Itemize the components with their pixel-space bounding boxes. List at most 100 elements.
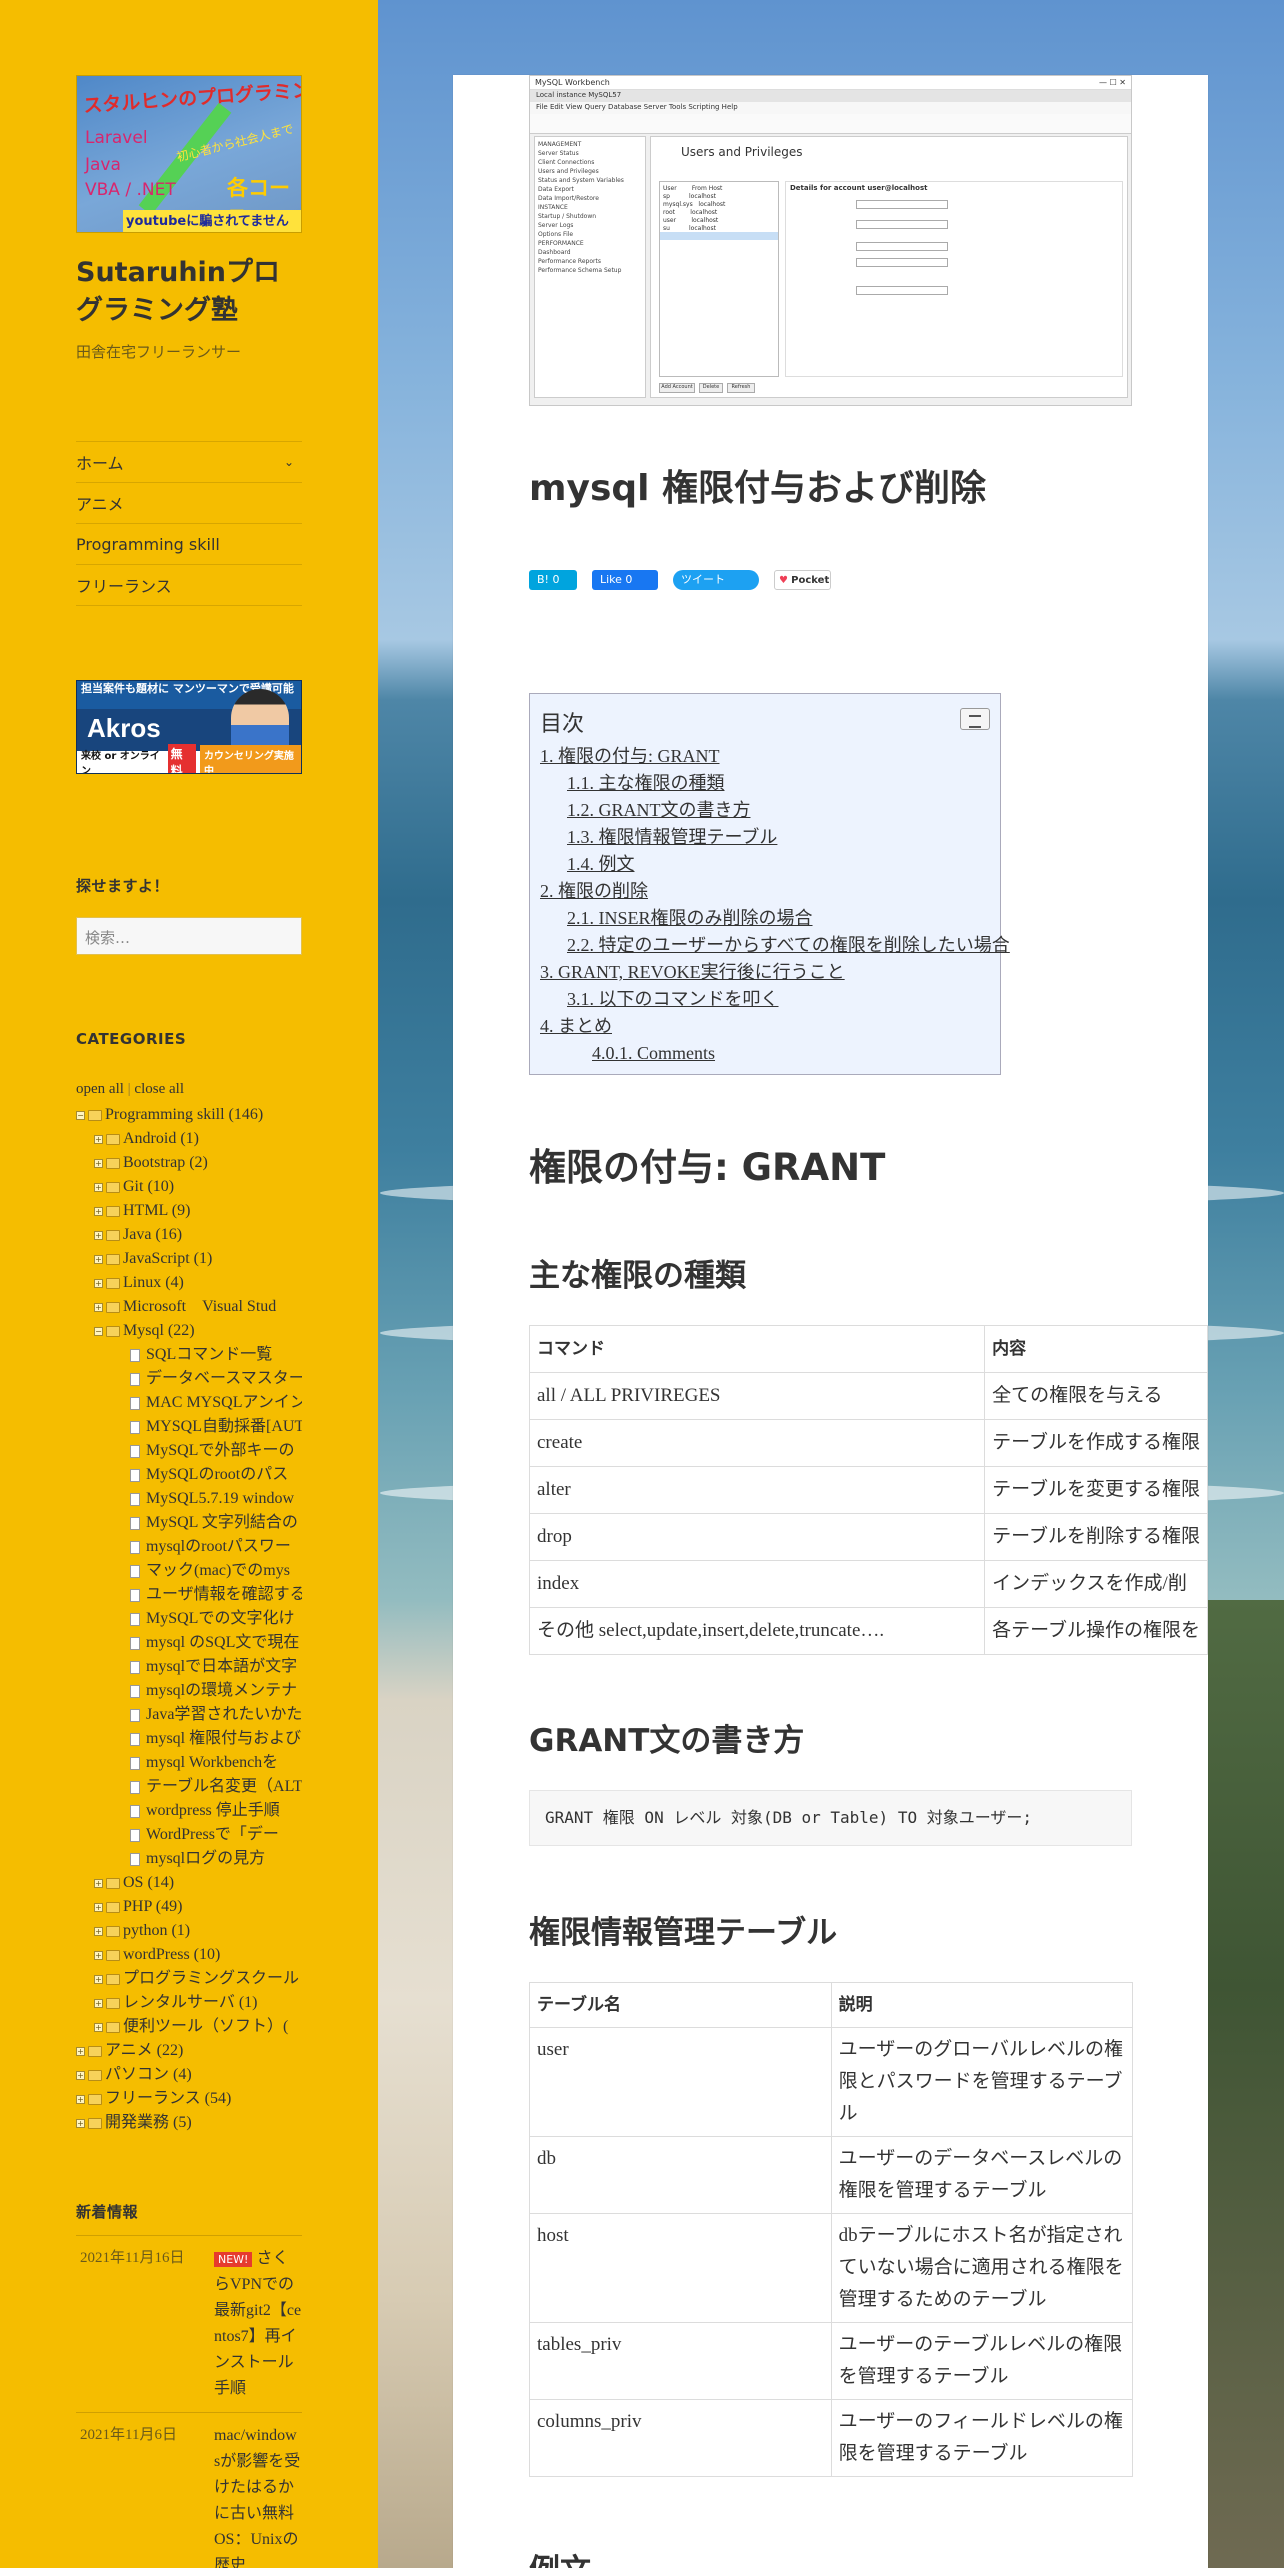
category-label[interactable]: PHP (49) xyxy=(123,1895,182,1919)
expand-icon[interactable]: + xyxy=(94,1206,103,1216)
search-input[interactable]: 検索… xyxy=(76,917,302,955)
news-title-wrap[interactable]: mac/windowsが影響を受けたはるかに古い無料OS：Unixの歴史 xyxy=(214,2423,302,2568)
category-folder-item[interactable]: + PHP (49) xyxy=(76,1895,302,1919)
category-folder-item[interactable]: − Programming skill (146) xyxy=(76,1103,302,1127)
category-label[interactable]: Android (1) xyxy=(123,1127,199,1151)
category-folder-item[interactable]: − Mysql (22) xyxy=(76,1319,302,1343)
category-label[interactable]: MySQLのrootのパス xyxy=(146,1463,288,1487)
category-folder-item[interactable]: + 開発業務 (5) xyxy=(76,2111,302,2135)
toc-link[interactable]: 4.0.1. Comments xyxy=(540,1040,990,1067)
expand-icon[interactable]: + xyxy=(94,1902,103,1912)
category-label[interactable]: JavaScript (1) xyxy=(123,1247,212,1271)
category-folder-item[interactable]: + プログラミングスクール xyxy=(76,1967,302,1991)
category-label[interactable]: mysql 権限付与および xyxy=(146,1727,301,1751)
category-folder-item[interactable]: + python (1) xyxy=(76,1919,302,1943)
category-label[interactable]: MySQL 文字列結合の xyxy=(146,1511,298,1535)
site-title[interactable]: Sutaruhinプログラミング塾 xyxy=(76,254,302,330)
toc-link[interactable]: 3. GRANT, REVOKE実行後に行うこと xyxy=(540,959,990,986)
category-post-item[interactable]: MySQL5.7.19 window xyxy=(76,1487,302,1511)
category-folder-item[interactable]: + Bootstrap (2) xyxy=(76,1151,302,1175)
category-label[interactable]: mysql のSQL文で現在 xyxy=(146,1631,299,1655)
news-title-link[interactable]: さくらVPNでの最新git2【centos7】再インストール手順 xyxy=(214,2250,301,2397)
category-label[interactable]: wordpress 停止手順 xyxy=(146,1799,280,1823)
expand-icon[interactable]: + xyxy=(94,1926,103,1936)
nav-item-anime[interactable]: アニメ xyxy=(76,483,302,524)
news-item[interactable]: 2021年11月6日 mac/windowsが影響を受けたはるかに古い無料OS：U… xyxy=(76,2413,302,2568)
category-folder-item[interactable]: + Android (1) xyxy=(76,1127,302,1151)
category-post-item[interactable]: mysqlで日本語が文字 xyxy=(76,1655,302,1679)
category-label[interactable]: Java (16) xyxy=(123,1223,182,1247)
category-post-item[interactable]: SQLコマンド一覧 xyxy=(76,1343,302,1367)
chevron-down-icon[interactable]: ⌄ xyxy=(284,455,294,469)
category-label[interactable]: プログラミングスクール xyxy=(123,1967,299,1991)
toc-link[interactable]: 1.4. 例文 xyxy=(540,851,990,878)
expand-icon[interactable]: + xyxy=(94,2022,103,2032)
category-post-item[interactable]: MAC MYSQLアンイン xyxy=(76,1391,302,1415)
category-label[interactable]: MySQLでの文字化け xyxy=(146,1607,294,1631)
category-folder-item[interactable]: + JavaScript (1) xyxy=(76,1247,302,1271)
pocket-button[interactable]: ♥ Pocket xyxy=(774,570,831,590)
expand-icon[interactable]: + xyxy=(94,1950,103,1960)
expand-icon[interactable]: + xyxy=(94,1278,103,1288)
category-label[interactable]: mysqlの環境メンテナ xyxy=(146,1679,297,1703)
category-label[interactable]: python (1) xyxy=(123,1919,190,1943)
category-folder-item[interactable]: + OS (14) xyxy=(76,1871,302,1895)
category-post-item[interactable]: Java学習されたいかた xyxy=(76,1703,302,1727)
category-label[interactable]: MAC MYSQLアンイン xyxy=(146,1391,302,1415)
expand-icon[interactable]: + xyxy=(94,1158,103,1168)
category-label[interactable]: MySQLで外部キーの xyxy=(146,1439,294,1463)
category-folder-item[interactable]: + wordPress (10) xyxy=(76,1943,302,1967)
category-post-item[interactable]: mysqlの環境メンテナ xyxy=(76,1679,302,1703)
close-all-link[interactable]: close all xyxy=(134,1081,184,1097)
category-label[interactable]: MySQL5.7.19 window xyxy=(146,1487,294,1511)
category-post-item[interactable]: MySQLで外部キーの xyxy=(76,1439,302,1463)
category-label[interactable]: wordPress (10) xyxy=(123,1943,220,1967)
site-logo[interactable]: スタルヒンのプログラミング塾 初心者から社会人まで Laravel Java V… xyxy=(76,75,302,233)
category-post-item[interactable]: mysql 権限付与および xyxy=(76,1727,302,1751)
nav-item-freelance[interactable]: フリーランス xyxy=(76,565,302,606)
toc-toggle-button[interactable] xyxy=(960,708,990,730)
category-post-item[interactable]: mysqlログの見方 xyxy=(76,1847,302,1871)
facebook-like-button[interactable]: Like 0 xyxy=(592,570,658,590)
category-folder-item[interactable]: + Linux (4) xyxy=(76,1271,302,1295)
category-post-item[interactable]: マック(mac)でのmys xyxy=(76,1559,302,1583)
category-label[interactable]: テーブル名変更（ALT xyxy=(146,1775,302,1799)
toc-link[interactable]: 2. 権限の削除 xyxy=(540,878,990,905)
category-folder-item[interactable]: + HTML (9) xyxy=(76,1199,302,1223)
hatena-bookmark-button[interactable]: B! 0 xyxy=(529,570,577,590)
category-label[interactable]: Programming skill (146) xyxy=(105,1103,263,1127)
toc-link[interactable]: 2.1. INSER権限のみ削除の場合 xyxy=(540,905,990,932)
twitter-tweet-button[interactable]: ツイート xyxy=(673,570,759,590)
expand-icon[interactable]: + xyxy=(76,2094,85,2104)
expand-icon[interactable]: + xyxy=(76,2046,85,2056)
collapse-icon[interactable]: − xyxy=(94,1326,103,1336)
category-folder-item[interactable]: + アニメ (22) xyxy=(76,2039,302,2063)
expand-icon[interactable]: + xyxy=(76,2118,85,2128)
toc-link[interactable]: 1. 権限の付与: GRANT xyxy=(540,743,990,770)
category-folder-item[interactable]: + フリーランス (54) xyxy=(76,2087,302,2111)
expand-icon[interactable]: + xyxy=(94,1998,103,2008)
ad-banner[interactable]: 担当案件も題材に マンツーマンで受講可能 Akros 来校 or オンライン 無… xyxy=(76,680,302,774)
category-folder-item[interactable]: + 便利ツール（ソフト）( xyxy=(76,2015,302,2039)
category-label[interactable]: mysqlで日本語が文字 xyxy=(146,1655,297,1679)
expand-icon[interactable]: + xyxy=(94,1302,103,1312)
category-post-item[interactable]: ユーザ情報を確認する xyxy=(76,1583,302,1607)
category-post-item[interactable]: データベースマスター xyxy=(76,1367,302,1391)
category-label[interactable]: レンタルサーバ (1) xyxy=(123,1991,258,2015)
category-label[interactable]: Bootstrap (2) xyxy=(123,1151,208,1175)
category-label[interactable]: 開発業務 (5) xyxy=(105,2111,192,2135)
expand-icon[interactable]: + xyxy=(94,1182,103,1192)
category-label[interactable]: HTML (9) xyxy=(123,1199,190,1223)
category-folder-item[interactable]: + レンタルサーバ (1) xyxy=(76,1991,302,2015)
category-label[interactable]: mysqlのrootパスワー xyxy=(146,1535,291,1559)
category-label[interactable]: Microsoft Visual Stud xyxy=(123,1295,276,1319)
category-label[interactable]: SQLコマンド一覧 xyxy=(146,1343,272,1367)
open-all-link[interactable]: open all xyxy=(76,1081,124,1097)
toc-link[interactable]: 1.1. 主な権限の種類 xyxy=(540,770,990,797)
category-post-item[interactable]: mysql のSQL文で現在 xyxy=(76,1631,302,1655)
category-post-item[interactable]: wordpress 停止手順 xyxy=(76,1799,302,1823)
expand-icon[interactable]: + xyxy=(94,1230,103,1240)
expand-icon[interactable]: + xyxy=(76,2070,85,2080)
toc-link[interactable]: 1.2. GRANT文の書き方 xyxy=(540,797,990,824)
category-label[interactable]: MYSQL自動採番[AUT xyxy=(146,1415,302,1439)
